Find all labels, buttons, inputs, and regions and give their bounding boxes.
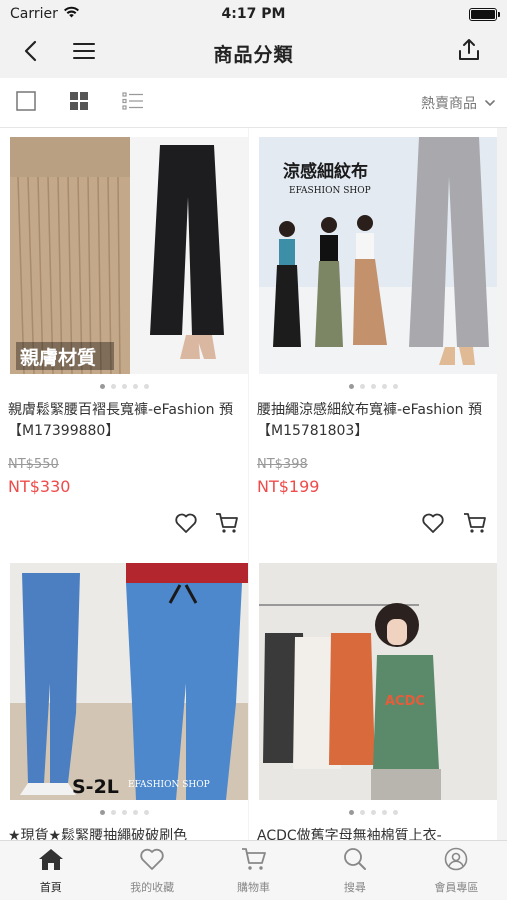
product-photo: 親膚材質 [10, 137, 248, 374]
image-pagination-dots [249, 810, 497, 815]
product-card[interactable]: S-2L EFASHION SHOP ★現貨★鬆緊腰抽繩破破刷色 [0, 554, 248, 840]
tab-label: 會員專區 [434, 880, 479, 894]
pagination-dot [359, 810, 365, 815]
pagination-dot [121, 810, 127, 815]
pagination-dot [110, 384, 116, 389]
pagination-dot [132, 384, 138, 389]
product-photo: ACDC [259, 563, 497, 800]
battery-fill [471, 9, 495, 19]
single-view-icon [16, 91, 36, 115]
pagination-dot [392, 810, 398, 815]
battery-icon [469, 7, 500, 21]
product-original-price: NT$398 [257, 457, 308, 472]
pagination-dot [143, 384, 149, 389]
home-icon [38, 847, 64, 875]
product-image-carousel[interactable]: 涼感細紋布 EFASHION SHOP [259, 137, 497, 374]
add-to-cart-button[interactable] [212, 510, 242, 540]
add-to-cart-button[interactable] [460, 510, 490, 540]
pagination-dot [110, 810, 116, 815]
member-icon [443, 847, 469, 875]
product-title[interactable]: ★現貨★鬆緊腰抽繩破破刷色 [8, 826, 242, 840]
product-price: NT$330 [8, 477, 71, 496]
tab-label: 首頁 [39, 880, 62, 894]
product-title[interactable]: 腰抽繩涼感細紋布寬褲-eFashion 預【M15781803】 [257, 400, 491, 442]
single-view-button[interactable] [11, 88, 41, 118]
product-card[interactable]: ACDC ACDC做舊字母無袖棉質上衣- [249, 554, 497, 840]
tab-bar: 首頁 我的收藏 購物車 搜尋 會員專區 [0, 840, 507, 900]
tab-label: 我的收藏 [130, 880, 175, 894]
wifi-icon [63, 6, 80, 22]
pagination-dot [359, 384, 365, 389]
heart-icon [174, 512, 198, 538]
pagination-dot [381, 810, 387, 815]
pagination-dot [370, 384, 376, 389]
image-overlay-text: ACDC [385, 694, 425, 709]
sort-label: 熱賣商品 [421, 96, 477, 112]
image-overlay-subtext: EFASHION SHOP [128, 780, 210, 790]
list-view-button[interactable] [118, 88, 148, 118]
pagination-dot [392, 384, 398, 389]
chevron-down-icon [485, 95, 495, 111]
nav-bar: 商品分類 [0, 28, 507, 78]
pagination-dot [381, 384, 387, 389]
pagination-dot [370, 810, 376, 815]
tab-search[interactable]: 搜尋 [304, 841, 405, 900]
tab-cart[interactable]: 購物車 [203, 841, 304, 900]
image-pagination-dots [249, 384, 497, 389]
pagination-dot [348, 384, 354, 389]
image-overlay-text: 涼感細紋布 [283, 161, 368, 182]
carrier-label: Carrier [10, 6, 58, 22]
product-image-carousel[interactable]: 親膚材質 [10, 137, 248, 374]
image-overlay-text: 親膚材質 [20, 346, 96, 369]
sort-dropdown[interactable]: 熱賣商品 [421, 93, 495, 113]
product-price: NT$199 [257, 477, 320, 496]
tab-favorites[interactable]: 我的收藏 [101, 841, 202, 900]
product-title[interactable]: ACDC做舊字母無袖棉質上衣- [257, 826, 491, 840]
tab-home[interactable]: 首頁 [0, 841, 101, 900]
tab-member[interactable]: 會員專區 [406, 841, 507, 900]
cart-icon [463, 512, 487, 538]
status-left: Carrier [10, 6, 80, 22]
image-pagination-dots [0, 384, 248, 389]
product-original-price: NT$550 [8, 457, 59, 472]
favorite-button[interactable] [418, 510, 448, 540]
product-grid: 親膚材質 親膚鬆緊腰百褶長寬褲-eFashion 預【M17399880】 NT… [0, 128, 507, 840]
share-icon [457, 38, 481, 66]
tab-label: 購物車 [237, 880, 271, 894]
favorite-button[interactable] [171, 510, 201, 540]
cart-icon [215, 512, 239, 538]
share-button[interactable] [447, 30, 491, 74]
product-card[interactable]: 親膚材質 親膚鬆緊腰百褶長寬褲-eFashion 預【M17399880】 NT… [0, 128, 248, 556]
heart-icon [139, 847, 165, 875]
tab-label: 搜尋 [343, 880, 366, 894]
product-card[interactable]: 涼感細紋布 EFASHION SHOP 腰抽繩涼感細紋布寬褲-eFashion … [249, 128, 497, 556]
list-view-icon [122, 92, 144, 114]
pagination-dot [143, 810, 149, 815]
pagination-dot [132, 810, 138, 815]
image-pagination-dots [0, 810, 248, 815]
pagination-dot [348, 810, 354, 815]
pagination-dot [99, 810, 105, 815]
product-photo: S-2L EFASHION SHOP [10, 563, 248, 800]
search-icon [342, 847, 368, 875]
product-image-carousel[interactable]: ACDC [259, 563, 497, 800]
grid-view-button[interactable] [64, 88, 94, 118]
view-toolbar: 熱賣商品 [0, 78, 507, 128]
product-title[interactable]: 親膚鬆緊腰百褶長寬褲-eFashion 預【M17399880】 [8, 400, 242, 442]
image-overlay-subtext: EFASHION SHOP [289, 186, 371, 196]
status-bar: Carrier 4:17 PM [0, 0, 507, 28]
product-image-carousel[interactable]: S-2L EFASHION SHOP [10, 563, 248, 800]
page-title: 商品分類 [213, 43, 294, 66]
cart-icon [241, 847, 267, 875]
pagination-dot [99, 384, 105, 389]
grid-view-icon [69, 91, 89, 115]
pagination-dot [121, 384, 127, 389]
heart-icon [421, 512, 445, 538]
image-overlay-text: S-2L [72, 776, 119, 798]
product-photo: 涼感細紋布 EFASHION SHOP [259, 137, 497, 374]
